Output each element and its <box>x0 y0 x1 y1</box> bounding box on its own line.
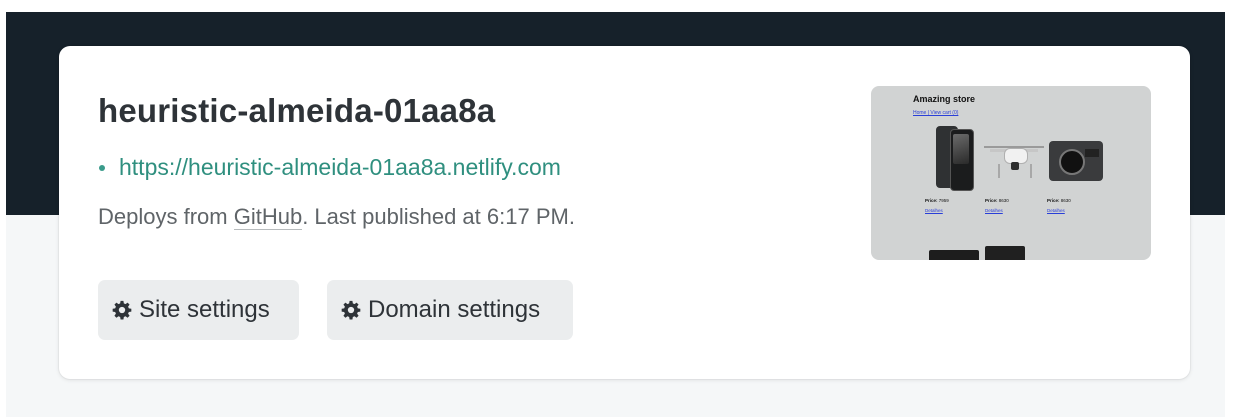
site-preview-thumbnail[interactable]: Amazing store Home | View cart (0) Price… <box>871 86 1151 260</box>
site-name[interactable]: heuristic-almeida-01aa8a <box>98 92 495 130</box>
status-dot <box>99 164 105 171</box>
gear-icon <box>112 300 132 320</box>
domain-settings-label: Domain settings <box>368 296 541 323</box>
preview-nav-links: Home | View cart (0) <box>913 110 959 116</box>
preview-product-link: Detalhes <box>925 208 943 213</box>
preview-phone-image <box>934 126 976 191</box>
deploy-source-link[interactable]: GitHub <box>233 204 303 230</box>
preview-product-image <box>929 250 979 260</box>
preview-product-price: Price: 7959 <box>925 198 949 203</box>
gear-icon <box>341 300 361 320</box>
domain-settings-button[interactable]: Domain settings <box>327 280 573 340</box>
deploy-info: Deploys from GitHub. Last published at 6… <box>98 204 575 230</box>
site-settings-button[interactable]: Site settings <box>98 280 299 340</box>
preview-product-price: Price: 8630 <box>1047 198 1071 203</box>
preview-product-price: Price: 8630 <box>985 198 1009 203</box>
preview-product-link: Detalhes <box>985 208 1003 213</box>
preview-store-title: Amazing store <box>913 94 976 104</box>
site-card: heuristic-almeida-01aa8a https://heurist… <box>59 46 1190 379</box>
preview-drone-image <box>984 141 1044 181</box>
deploy-prefix: Deploys from <box>98 204 234 229</box>
deploy-status: . Last published at 6:17 PM. <box>302 204 575 229</box>
site-settings-label: Site settings <box>139 296 270 323</box>
site-url-link[interactable]: https://heuristic-almeida-01aa8a.netlify… <box>119 154 561 181</box>
preview-product-link: Detalhes <box>1047 208 1065 213</box>
preview-camera-image <box>1047 139 1105 183</box>
preview-product-image <box>985 246 1025 260</box>
site-url-row: https://heuristic-almeida-01aa8a.netlify… <box>99 154 561 181</box>
